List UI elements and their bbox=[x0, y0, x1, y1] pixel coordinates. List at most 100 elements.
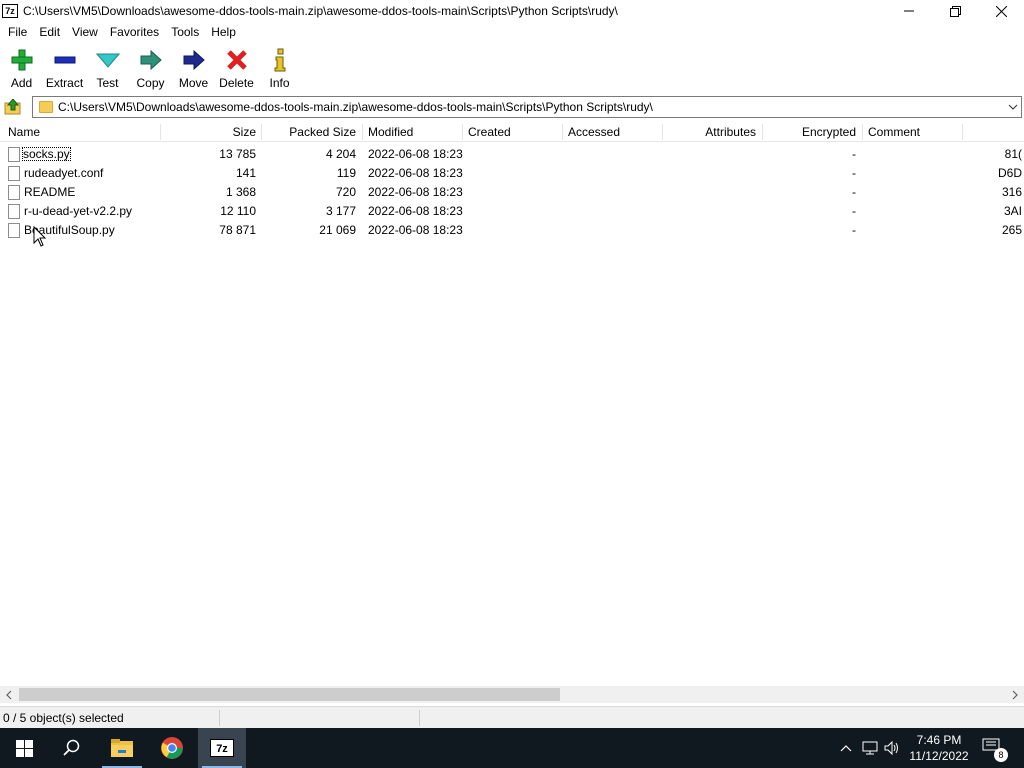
column-comment[interactable]: Comment bbox=[868, 122, 920, 142]
menu-edit[interactable]: Edit bbox=[33, 22, 66, 42]
7zip-icon: 7z bbox=[210, 739, 234, 757]
horizontal-scrollbar[interactable] bbox=[0, 686, 1024, 703]
file-name: README bbox=[24, 185, 76, 199]
copy-arrow-icon bbox=[138, 47, 164, 73]
menu-view[interactable]: View bbox=[66, 22, 104, 42]
up-folder-icon bbox=[4, 99, 21, 115]
menu-help[interactable]: Help bbox=[205, 22, 242, 42]
status-bar: 0 / 5 object(s) selected bbox=[0, 706, 1024, 728]
action-center-button[interactable]: 8 bbox=[982, 738, 1008, 762]
file-crc: D6D bbox=[997, 166, 1022, 180]
file-icon bbox=[8, 147, 20, 162]
volume-tray-button[interactable] bbox=[884, 740, 900, 756]
copy-label: Copy bbox=[136, 76, 165, 90]
delete-label: Delete bbox=[219, 76, 254, 90]
file-icon bbox=[8, 223, 20, 238]
column-modified[interactable]: Modified bbox=[368, 122, 413, 142]
extract-button[interactable]: Extract bbox=[43, 44, 86, 92]
scroll-right-button[interactable] bbox=[1008, 688, 1022, 701]
file-encrypted: - bbox=[852, 204, 856, 218]
file-explorer-icon bbox=[111, 739, 133, 757]
table-row[interactable]: r-u-dead-yet-v2.2.py 12 110 3 177 2022-0… bbox=[0, 202, 1024, 221]
move-arrow-icon bbox=[181, 47, 207, 73]
menu-tools[interactable]: Tools bbox=[165, 22, 205, 42]
address-row: C:\Users\VM5\Downloads\awesome-ddos-tool… bbox=[0, 95, 1024, 120]
table-row[interactable]: socks.py 13 785 4 204 2022-06-08 18:23 -… bbox=[0, 145, 1024, 164]
taskbar: 7z 7:46 PM 11/12/2022 8 bbox=[0, 728, 1024, 768]
volume-icon bbox=[884, 741, 898, 755]
title-bar: 7z C:\Users\VM5\Downloads\awesome-ddos-t… bbox=[0, 0, 1024, 22]
file-crc: 3AI bbox=[1003, 204, 1022, 218]
move-button[interactable]: Move bbox=[172, 44, 215, 92]
file-modified: 2022-06-08 18:23 bbox=[368, 147, 463, 161]
file-encrypted: - bbox=[852, 185, 856, 199]
file-crc: 265 bbox=[1001, 223, 1022, 237]
column-size[interactable]: Size bbox=[160, 122, 256, 142]
network-tray-button[interactable] bbox=[862, 740, 878, 756]
table-row[interactable]: README 1 368 720 2022-06-08 18:23 - 316 bbox=[0, 183, 1024, 202]
column-created[interactable]: Created bbox=[468, 122, 511, 142]
window-title: C:\Users\VM5\Downloads\awesome-ddos-tool… bbox=[23, 4, 618, 18]
tray-overflow-button[interactable] bbox=[838, 740, 854, 756]
test-label: Test bbox=[96, 76, 119, 90]
menu-favorites[interactable]: Favorites bbox=[104, 22, 165, 42]
minimize-icon bbox=[904, 10, 914, 12]
file-crc: 81( bbox=[1004, 147, 1022, 161]
chrome-button[interactable] bbox=[148, 728, 196, 768]
notification-count-badge: 8 bbox=[994, 748, 1008, 762]
scroll-left-button[interactable] bbox=[2, 688, 16, 701]
clock-date: 11/12/2022 bbox=[909, 749, 969, 763]
file-encrypted: - bbox=[852, 166, 856, 180]
file-crc: 316 bbox=[1001, 185, 1022, 199]
close-button[interactable] bbox=[978, 0, 1024, 22]
file-packed-size: 21 069 bbox=[319, 223, 356, 237]
file-size: 1 368 bbox=[225, 185, 256, 199]
test-button[interactable]: Test bbox=[86, 44, 129, 92]
table-row[interactable]: rudeadyet.conf 141 119 2022-06-08 18:23 … bbox=[0, 164, 1024, 183]
add-button[interactable]: Add bbox=[0, 44, 43, 92]
7zip-taskbar-button[interactable]: 7z bbox=[198, 728, 246, 768]
plus-icon bbox=[9, 47, 35, 73]
file-packed-size: 4 204 bbox=[325, 147, 356, 161]
copy-button[interactable]: Copy bbox=[129, 44, 172, 92]
restore-icon bbox=[949, 5, 961, 17]
file-size: 12 110 bbox=[220, 204, 256, 218]
folder-icon bbox=[39, 101, 53, 113]
column-name[interactable]: Name bbox=[8, 122, 40, 142]
info-button[interactable]: Info bbox=[258, 44, 301, 92]
selection-status: 0 / 5 object(s) selected bbox=[3, 711, 124, 725]
start-button[interactable] bbox=[0, 728, 48, 768]
file-modified: 2022-06-08 18:23 bbox=[368, 204, 463, 218]
file-modified: 2022-06-08 18:23 bbox=[368, 185, 463, 199]
menu-file[interactable]: File bbox=[2, 22, 33, 42]
delete-x-icon bbox=[224, 47, 250, 73]
file-icon bbox=[8, 204, 20, 219]
address-bar[interactable]: C:\Users\VM5\Downloads\awesome-ddos-tool… bbox=[32, 96, 1022, 118]
column-packed-size[interactable]: Packed Size bbox=[261, 122, 356, 142]
file-packed-size: 119 bbox=[336, 166, 356, 180]
move-label: Move bbox=[178, 76, 209, 90]
column-header: Name Size Packed Size Modified Created A… bbox=[0, 122, 1024, 142]
clock[interactable]: 7:46 PM 11/12/2022 bbox=[905, 732, 973, 764]
column-accessed[interactable]: Accessed bbox=[568, 122, 620, 142]
chevron-down-icon bbox=[1008, 104, 1018, 110]
restore-button[interactable] bbox=[932, 0, 978, 22]
chevron-up-icon bbox=[840, 745, 852, 752]
minus-icon bbox=[52, 47, 78, 73]
info-icon bbox=[267, 47, 293, 73]
menu-bar: File Edit View Favorites Tools Help bbox=[0, 22, 1024, 42]
minimize-button[interactable] bbox=[886, 0, 932, 22]
file-size: 78 871 bbox=[219, 223, 256, 237]
search-button[interactable] bbox=[48, 728, 96, 768]
search-icon bbox=[63, 739, 80, 756]
delete-button[interactable]: Delete bbox=[215, 44, 258, 92]
column-encrypted[interactable]: Encrypted bbox=[762, 122, 856, 142]
app-icon: 7z bbox=[2, 4, 18, 18]
up-folder-button[interactable] bbox=[3, 97, 23, 117]
file-packed-size: 3 177 bbox=[325, 204, 356, 218]
file-explorer-button[interactable] bbox=[98, 728, 146, 768]
scroll-thumb[interactable] bbox=[19, 688, 560, 701]
info-label: Info bbox=[269, 76, 290, 90]
column-attributes[interactable]: Attributes bbox=[662, 122, 756, 142]
table-row[interactable]: BeautifulSoup.py 78 871 21 069 2022-06-0… bbox=[0, 221, 1024, 240]
